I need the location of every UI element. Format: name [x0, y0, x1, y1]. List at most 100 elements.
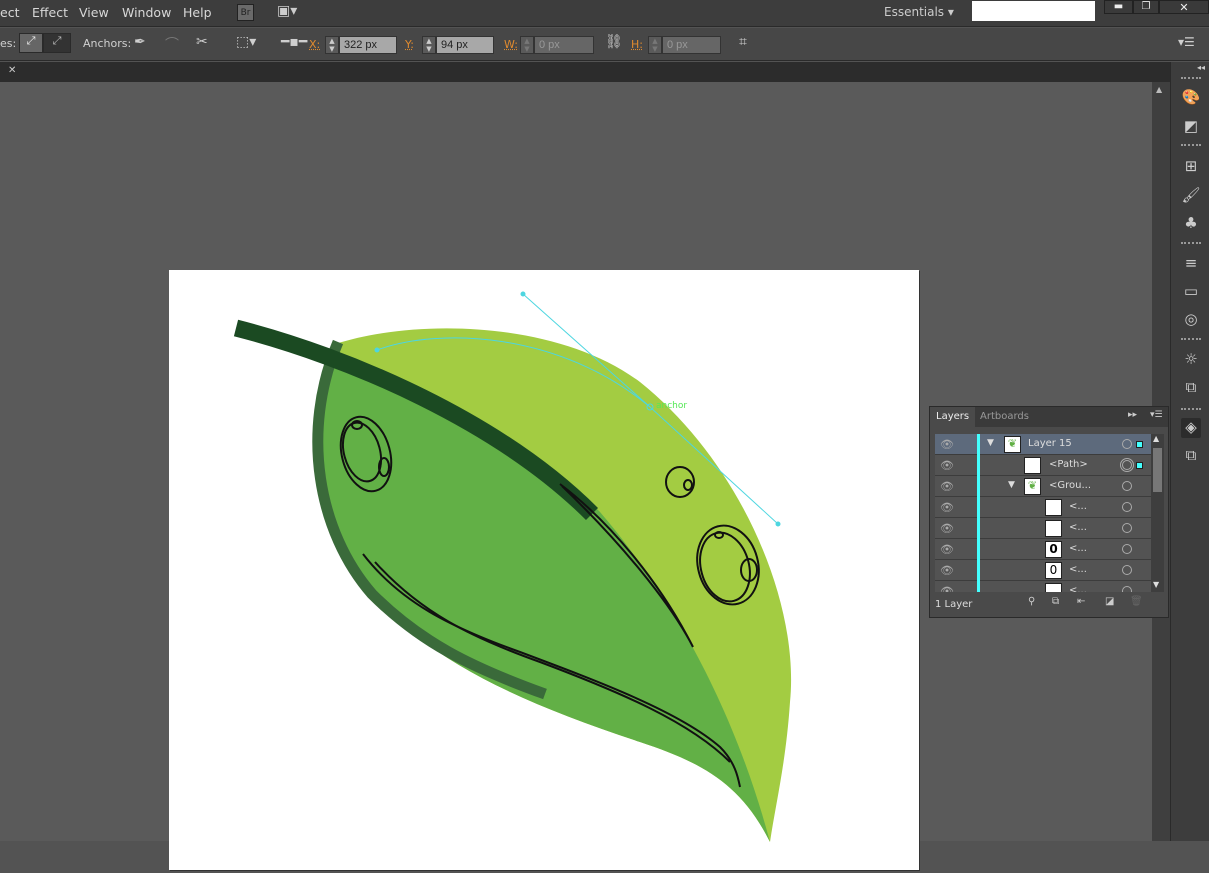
layers-scrollbar[interactable]: ▲ ▼: [1151, 434, 1164, 592]
selection-indicator[interactable]: [1136, 462, 1143, 469]
layers-panel-icon[interactable]: ◈: [1181, 418, 1201, 438]
leaf-artwork[interactable]: anchor: [169, 270, 919, 870]
isolate-object-icon[interactable]: ⬚▾: [236, 34, 256, 50]
target-icon[interactable]: [1122, 565, 1132, 575]
restore-button[interactable]: ❐: [1133, 0, 1159, 14]
x-field[interactable]: [339, 36, 397, 54]
target-icon[interactable]: [1122, 502, 1132, 512]
brushes-icon[interactable]: 🖌: [1181, 186, 1201, 206]
layer-name[interactable]: <...: [1069, 501, 1087, 512]
collapse-dock-icon[interactable]: ◂◂: [1197, 63, 1205, 72]
layer-name[interactable]: <Grou...: [1049, 480, 1091, 491]
y-label: Y:: [405, 38, 414, 51]
h-stepper[interactable]: ▲ ▼: [648, 36, 662, 54]
constrain-proportions-icon[interactable]: ⛓: [605, 34, 623, 50]
target-icon[interactable]: [1122, 544, 1132, 554]
create-sublayer-icon[interactable]: ⇤: [1077, 596, 1085, 607]
color-guide-icon[interactable]: ◩: [1181, 117, 1201, 137]
layer-row[interactable]: 👁 0 <...: [935, 560, 1151, 581]
target-icon[interactable]: [1120, 458, 1134, 472]
artboards-panel-icon[interactable]: ⧉: [1181, 446, 1201, 466]
hide-handles-button[interactable]: ⤢: [43, 33, 71, 53]
menu-help[interactable]: Help: [183, 5, 212, 20]
visibility-eye-icon[interactable]: 👁: [940, 438, 954, 451]
delete-icon[interactable]: 🗑: [1130, 596, 1143, 607]
layer-name[interactable]: <...: [1069, 522, 1087, 533]
layer-name[interactable]: <...: [1069, 564, 1087, 575]
menu-window[interactable]: Window: [122, 5, 171, 20]
menu-effect[interactable]: Effect: [32, 5, 68, 20]
layer-row[interactable]: 👁 <Path>: [935, 455, 1151, 476]
minimize-button[interactable]: ▬: [1104, 0, 1133, 14]
layer-name[interactable]: <...: [1069, 543, 1087, 554]
transform-icon[interactable]: ⌗: [739, 34, 747, 50]
tab-layers[interactable]: Layers: [930, 407, 976, 427]
target-icon[interactable]: [1122, 481, 1132, 491]
close-document-tab-icon[interactable]: ✕: [8, 65, 16, 76]
graphic-styles-icon[interactable]: ⧉: [1181, 378, 1201, 398]
w-field[interactable]: [534, 36, 594, 54]
cut-path-icon[interactable]: ✂: [196, 34, 208, 50]
layer-row[interactable]: 👁 0 <...: [935, 539, 1151, 560]
symbols-icon[interactable]: ♣: [1181, 214, 1201, 234]
bridge-button[interactable]: Br: [237, 4, 254, 21]
expand-triangle-icon[interactable]: ▼: [1008, 480, 1015, 490]
show-handles-button[interactable]: ⤢: [19, 33, 43, 53]
make-clipping-mask-icon[interactable]: ⧉: [1052, 596, 1059, 607]
layer-row[interactable]: 👁 <...: [935, 497, 1151, 518]
tab-artboards[interactable]: Artboards: [974, 407, 1035, 427]
visibility-eye-icon[interactable]: 👁: [940, 543, 954, 556]
menu-select[interactable]: ect: [0, 5, 19, 20]
visibility-eye-icon[interactable]: 👁: [940, 459, 954, 472]
layer-row[interactable]: 👁 ▼ ❦ Layer 15: [935, 434, 1151, 455]
color-panel-icon[interactable]: 🎨: [1181, 88, 1201, 108]
x-stepper[interactable]: ▲ ▼: [325, 36, 339, 54]
h-label: H:: [631, 38, 643, 51]
panel-menu-icon[interactable]: ▾☰: [1150, 410, 1163, 420]
scroll-up-icon[interactable]: ▲: [1153, 434, 1159, 443]
layer-row[interactable]: 👁 <...: [935, 581, 1151, 592]
stroke-icon[interactable]: ≡: [1181, 254, 1201, 274]
convert-anchor-pen-icon[interactable]: ✒: [134, 34, 146, 50]
menu-view[interactable]: View: [79, 5, 109, 20]
new-layer-icon[interactable]: ◪: [1105, 596, 1114, 607]
visibility-eye-icon[interactable]: 👁: [940, 480, 954, 493]
layer-name[interactable]: Layer 15: [1028, 438, 1072, 449]
remove-anchor-icon[interactable]: ⌒: [165, 34, 179, 54]
visibility-eye-icon[interactable]: 👁: [940, 564, 954, 577]
scroll-down-icon[interactable]: ▼: [1153, 580, 1159, 589]
layer-row[interactable]: 👁 ▼ ❦ <Grou...: [935, 476, 1151, 497]
layers-panel: Layers Artboards ▸▸ ▾☰ 👁 ▼ ❦ Layer 15 👁 <Pat…: [929, 406, 1169, 618]
swatches-icon[interactable]: ⊞: [1181, 157, 1201, 177]
visibility-eye-icon[interactable]: 👁: [940, 585, 954, 592]
y-stepper[interactable]: ▲ ▼: [422, 36, 436, 54]
transparency-icon[interactable]: ◎: [1181, 310, 1201, 330]
target-icon[interactable]: [1122, 586, 1132, 592]
expand-panel-icon[interactable]: ▸▸: [1128, 410, 1137, 420]
arrange-documents-icon[interactable]: ▣▾: [277, 3, 297, 19]
layer-row[interactable]: 👁 <...: [935, 518, 1151, 539]
workspace-switcher[interactable]: Essentials ▾: [884, 5, 954, 19]
layer-name[interactable]: <...: [1069, 585, 1087, 592]
layer-name[interactable]: <Path>: [1049, 459, 1088, 470]
h-field[interactable]: [662, 36, 721, 54]
expand-triangle-icon[interactable]: ▼: [987, 438, 994, 448]
w-stepper[interactable]: ▲ ▼: [520, 36, 534, 54]
panel-menu-icon[interactable]: ▾☰: [1178, 35, 1195, 49]
close-button[interactable]: ✕: [1159, 0, 1209, 14]
visibility-eye-icon[interactable]: 👁: [940, 522, 954, 535]
scroll-up-icon[interactable]: ▲: [1156, 85, 1162, 94]
scroll-thumb[interactable]: [1153, 448, 1162, 492]
gradient-icon[interactable]: ▭: [1181, 282, 1201, 302]
ellipse-thumbnail: 0: [1045, 562, 1062, 579]
appearance-icon[interactable]: ☼: [1181, 350, 1201, 370]
y-field[interactable]: [436, 36, 494, 54]
artboard[interactable]: anchor: [169, 270, 919, 870]
selection-indicator[interactable]: [1136, 441, 1143, 448]
target-icon[interactable]: [1122, 523, 1132, 533]
locate-object-icon[interactable]: ⚲: [1028, 596, 1035, 607]
target-icon[interactable]: [1122, 439, 1132, 449]
align-icon[interactable]: ━▪━: [281, 34, 307, 50]
visibility-eye-icon[interactable]: 👁: [940, 501, 954, 514]
search-input[interactable]: [972, 1, 1095, 21]
